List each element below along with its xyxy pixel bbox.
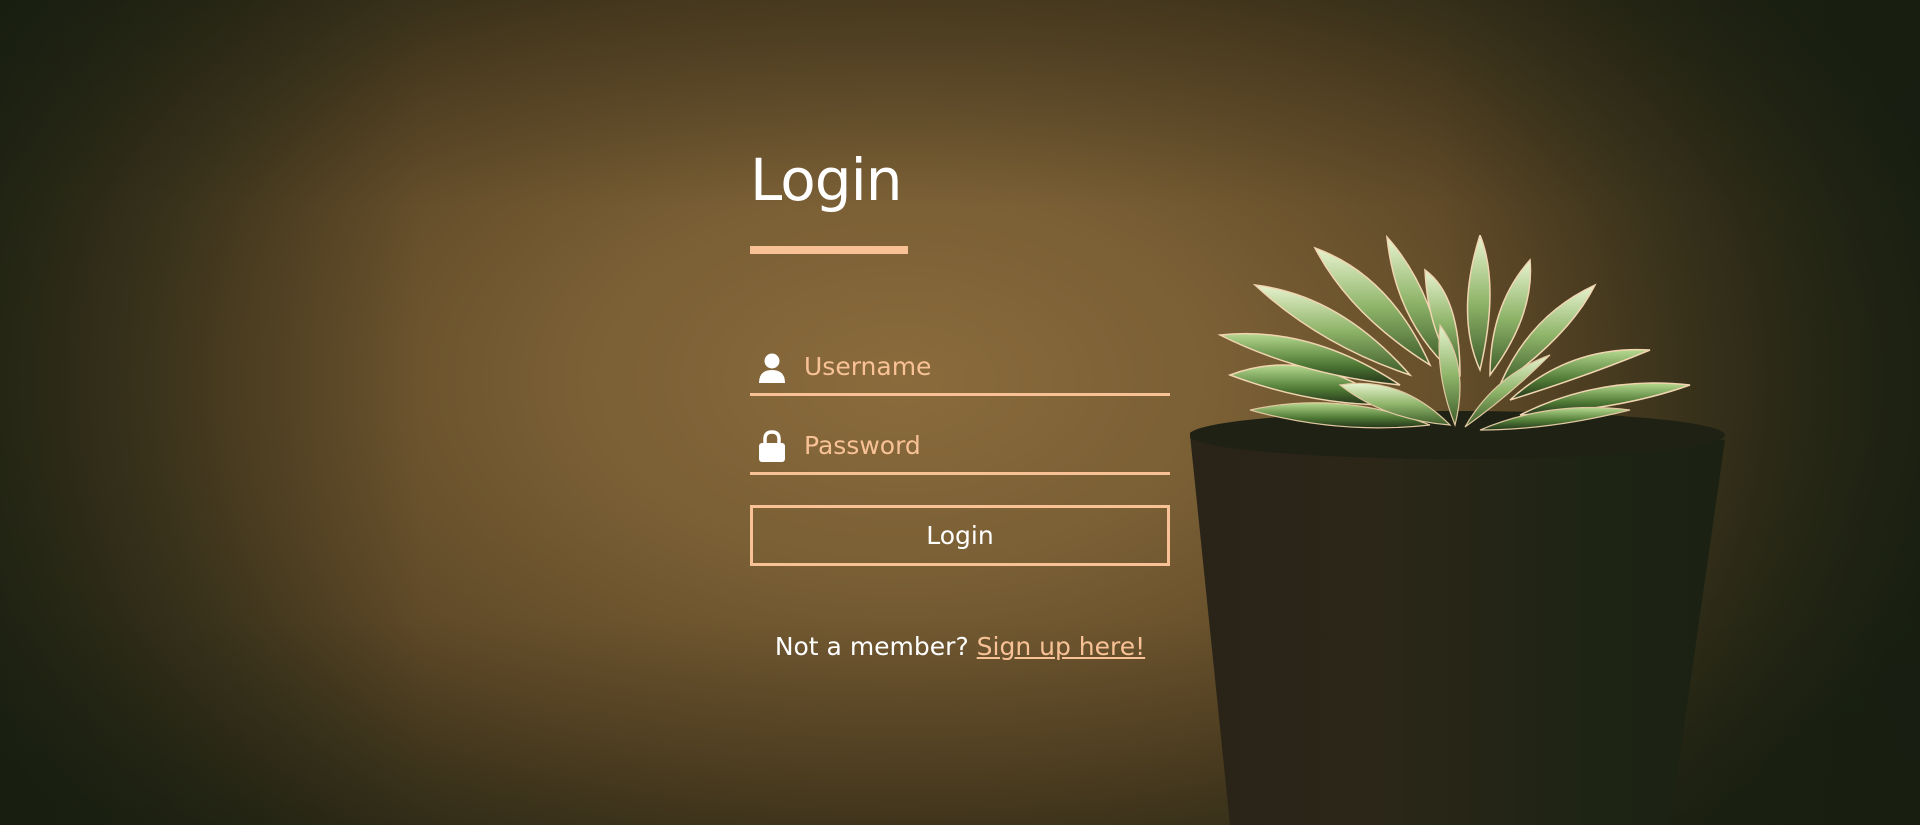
lock-icon — [755, 428, 789, 462]
signup-link[interactable]: Sign up here! — [977, 632, 1146, 661]
username-input[interactable] — [804, 352, 1154, 381]
login-title: Login — [750, 146, 902, 214]
user-icon — [755, 349, 789, 383]
password-input[interactable] — [804, 431, 1154, 460]
password-field — [750, 396, 1170, 475]
succulent-plant-image — [1190, 235, 1725, 825]
login-form: Login Login Not a member? Sign up here! — [750, 140, 1170, 661]
signup-row: Not a member? Sign up here! — [750, 632, 1170, 661]
username-field — [750, 332, 1170, 396]
login-button[interactable]: Login — [750, 505, 1170, 566]
signup-prompt: Not a member? — [774, 632, 969, 661]
title-underline — [750, 246, 908, 254]
